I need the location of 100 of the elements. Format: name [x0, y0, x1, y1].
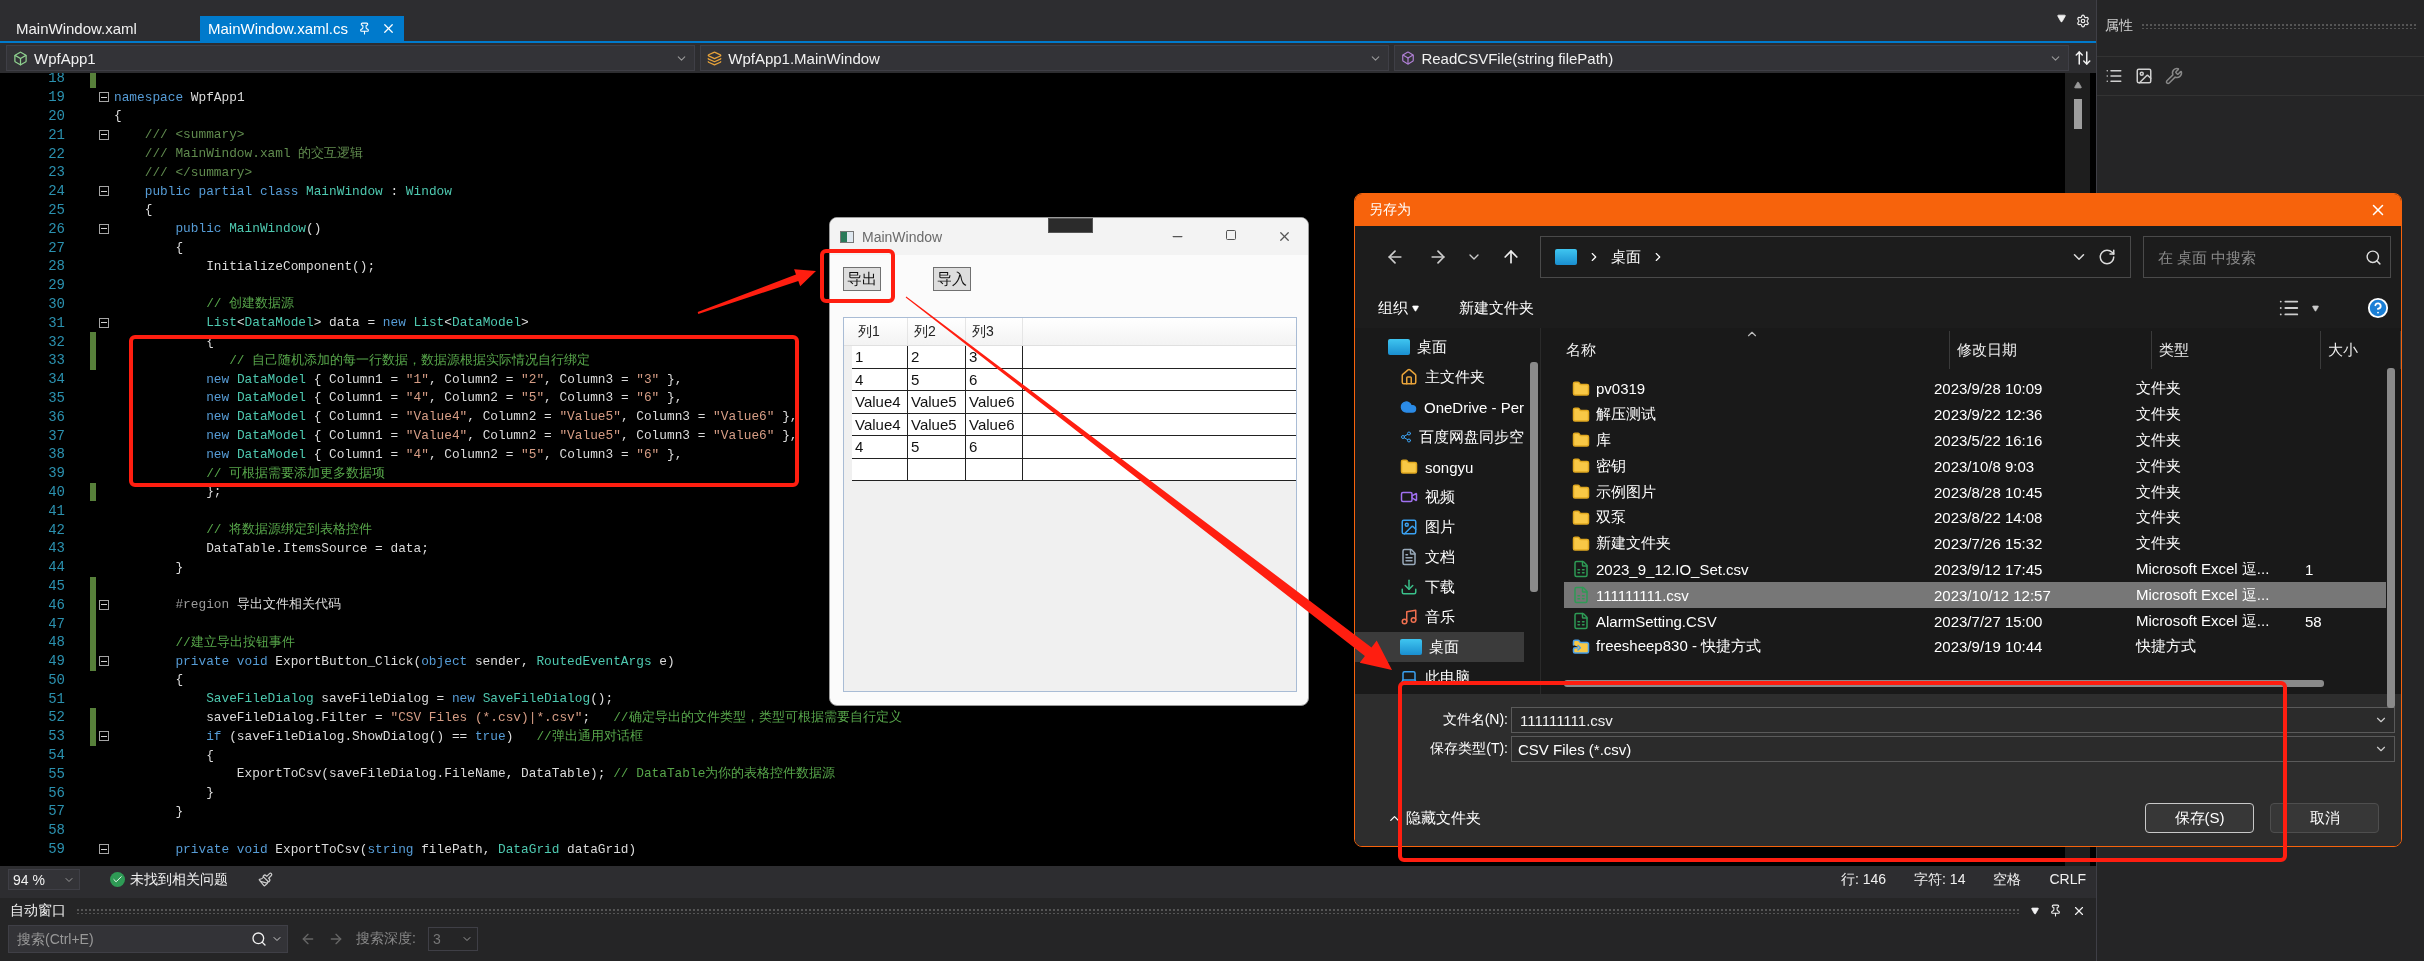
nav-item[interactable]: 音乐 — [1355, 602, 1524, 632]
line-number: 47 — [47, 615, 65, 632]
collapse-icon[interactable] — [99, 317, 109, 328]
line-number: 46 — [47, 596, 65, 613]
help-icon[interactable] — [2367, 297, 2389, 319]
file-name-field[interactable]: 111111111.csv — [1518, 710, 2374, 730]
code-line: new DataModel { Column1 = "Value4", Column2 = "Value5", Column3 = "Value6" }, — [205, 409, 798, 425]
scroll-thumb[interactable] — [2387, 368, 2395, 708]
column-header[interactable]: 类型 — [2152, 331, 2321, 369]
file-row[interactable]: 新建文件夹 2023/7/26 15:32 文件夹 — [1564, 530, 2386, 557]
file-row[interactable]: 库 2023/5/22 16:16 文件夹 — [1564, 427, 2386, 454]
toolbar-button[interactable]: 新建文件夹 — [1459, 298, 1534, 318]
line-number: 59 — [47, 841, 65, 858]
caret-icon[interactable] — [2312, 304, 2319, 312]
dropdown-icon[interactable] — [2057, 13, 2066, 23]
brush-icon[interactable] — [258, 872, 273, 887]
line-ending-status[interactable]: CRLF — [2049, 870, 2086, 889]
file-name: AlarmSetting.CSV — [1596, 612, 1717, 630]
file-row[interactable]: 2023_9_12.IO_Set.csv 2023/9/12 17:45 Microsoft Excel 逗... 1 — [1564, 556, 2386, 583]
file-row[interactable]: 解压测试 2023/9/22 12:36 文件夹 — [1564, 401, 2386, 428]
dropdown-icon[interactable] — [2031, 906, 2039, 915]
categorized-icon[interactable] — [2105, 67, 2123, 85]
collapse-icon[interactable] — [99, 844, 109, 855]
file-row[interactable]: pv0319 2023/9/28 10:09 文件夹 — [1564, 376, 2386, 402]
project-dropdown[interactable]: WpfApp1 — [6, 45, 696, 71]
address-bar[interactable]: 桌面 — [1540, 236, 2132, 278]
file-date: 2023/8/28 10:45 — [1934, 483, 2043, 501]
toolbar-button[interactable]: 导出 — [843, 267, 881, 291]
nav-item[interactable]: 下载 — [1355, 572, 1524, 602]
column-header[interactable]: 名称 — [1541, 331, 1950, 369]
collapse-icon[interactable] — [99, 656, 109, 667]
issues-status[interactable]: 未找到相关问题 — [130, 870, 228, 889]
search-icon[interactable] — [2365, 248, 2382, 266]
breadcrumb[interactable]: 桌面 — [1611, 247, 1642, 267]
search-field[interactable]: 在 桌面 中搜索 — [2156, 247, 2365, 267]
file-name: 新建文件夹 — [1596, 534, 1671, 554]
file-name-box[interactable]: 111111111.csv — [1511, 707, 2395, 733]
collapse-icon[interactable] — [99, 731, 109, 742]
file-row[interactable]: 示例图片 2023/8/28 10:45 文件夹 — [1564, 479, 2386, 505]
file-row[interactable]: AlarmSetting.CSV 2023/7/27 15:00 Microsoft Excel 逗... 58 — [1564, 608, 2386, 634]
cancel-button[interactable]: 取消 — [2270, 803, 2379, 833]
close-icon[interactable] — [1277, 229, 1292, 244]
class-dropdown[interactable]: WpfApp1.MainWindow — [700, 45, 1390, 71]
search-field[interactable]: 搜索(Ctrl+E) — [15, 930, 247, 948]
file-type-dropdown[interactable]: CSV Files (*.csv) — [1511, 736, 2395, 762]
collapse-icon[interactable] — [99, 92, 109, 103]
collapse-icon[interactable] — [99, 129, 109, 140]
maximize-icon[interactable] — [1225, 229, 1237, 241]
scroll-thumb[interactable] — [2073, 99, 2082, 129]
column-status[interactable]: 字符: 14 — [1914, 870, 1966, 889]
scrollbar[interactable] — [1530, 362, 1538, 592]
nav-item[interactable]: OneDrive - Per — [1355, 392, 1524, 422]
collapse-icon[interactable] — [99, 186, 109, 197]
nav-item[interactable]: 图片 — [1355, 512, 1524, 542]
line-number: 39 — [47, 465, 65, 482]
wrench-icon[interactable] — [2165, 67, 2183, 85]
nav-item[interactable]: 桌面 — [1355, 632, 1524, 662]
menu-button[interactable]: 组织 — [1378, 298, 1419, 318]
column-header[interactable]: 列1 — [852, 318, 908, 345]
column-header[interactable]: 修改日期 — [1950, 331, 2152, 369]
collapse-icon[interactable] — [99, 599, 109, 610]
search-box[interactable]: 搜索(Ctrl+E) — [8, 925, 288, 953]
search-icon[interactable] — [251, 931, 267, 947]
indent-status[interactable]: 空格 — [1993, 870, 2022, 889]
editor-tab[interactable]: MainWindow.xaml — [8, 16, 200, 41]
zoom-dropdown[interactable]: 94 % — [8, 869, 80, 890]
nav-item[interactable]: 桌面 — [1355, 332, 1524, 362]
code-line: saveFileDialog.Filter = "CSV Files (*.csv)|*.csv"; //确定导出的文件类型，类型可根据需要自行定义 — [205, 709, 902, 726]
nav-item[interactable]: songyu — [1355, 452, 1524, 482]
search-box[interactable]: 在 桌面 中搜索 — [2143, 236, 2391, 278]
scroll-up-icon[interactable] — [2073, 81, 2082, 89]
nav-item[interactable]: 百度网盘同步空 — [1355, 422, 1524, 452]
file-type: 文件夹 — [2136, 482, 2181, 502]
toolbar-button[interactable]: 导入 — [933, 267, 971, 291]
file-name: 库 — [1596, 431, 1611, 450]
nav-item[interactable]: 主文件夹 — [1355, 362, 1524, 392]
line-status[interactable]: 行: 146 — [1840, 870, 1887, 889]
desktop-icon — [1400, 639, 1422, 655]
code-line: { — [114, 108, 122, 124]
nav-item[interactable]: 视频 — [1355, 482, 1524, 512]
property-pages-icon[interactable] — [2135, 67, 2153, 85]
member-dropdown[interactable]: ReadCSVFile(string filePath) — [1394, 45, 2069, 71]
depth-dropdown[interactable]: 3 — [427, 927, 478, 951]
file-row[interactable]: 双泵 2023/8/22 14:08 文件夹 — [1564, 505, 2386, 531]
settings-icon[interactable] — [2076, 13, 2090, 28]
scroll-thumb[interactable] — [1564, 679, 2324, 687]
hide-folders-toggle[interactable]: 隐藏文件夹 — [1387, 808, 1481, 828]
pin-icon[interactable] — [2049, 904, 2062, 917]
code-line: } — [174, 559, 184, 575]
save-button[interactable]: 保存(S) — [2145, 803, 2254, 833]
refresh-icon[interactable] — [2098, 248, 2117, 266]
line-number: 52 — [47, 709, 65, 726]
split-icon[interactable] — [2074, 49, 2092, 67]
collapse-icon[interactable] — [99, 223, 109, 234]
file-row[interactable]: 密钥 2023/10/8 9:03 文件夹 — [1564, 453, 2386, 480]
file-row[interactable]: freesheep830 - 快捷方式 2023/9/19 10:44 快捷方式 — [1564, 633, 2386, 660]
file-name: freesheep830 - 快捷方式 — [1596, 637, 1762, 657]
file-row[interactable]: 111111111.csv 2023/10/12 12:57 Microsoft Excel 逗... — [1564, 582, 2386, 609]
nav-item[interactable]: 文档 — [1355, 542, 1524, 572]
file-name: 密钥 — [1596, 456, 1626, 476]
